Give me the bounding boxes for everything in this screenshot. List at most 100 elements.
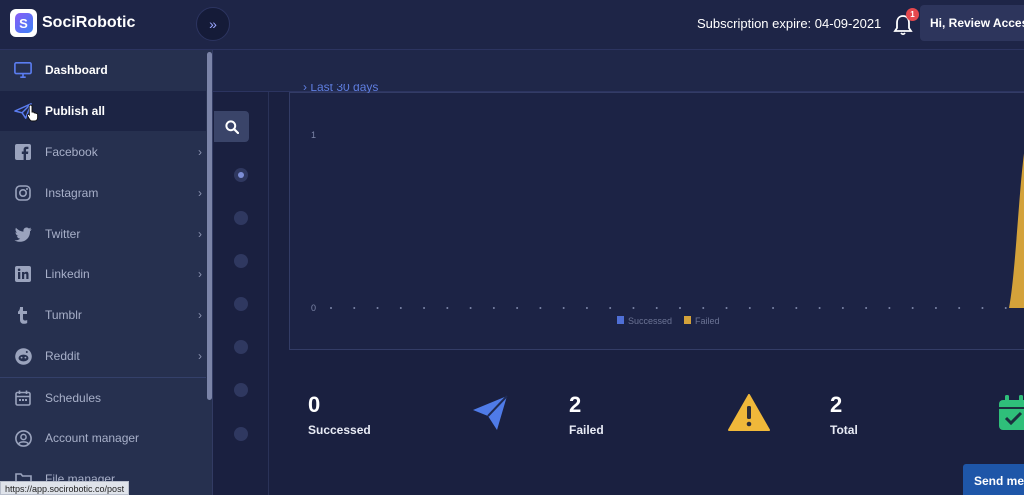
sidebar-item-label: Schedules xyxy=(45,391,102,405)
stat-card-failed: 2 Failed xyxy=(550,370,788,457)
stat-label: Successed xyxy=(308,423,371,437)
sidebar-item-instagram[interactable]: Instagram › xyxy=(0,173,206,213)
sidebar-item-label: Linkedin xyxy=(45,267,90,281)
sidebar-item-schedules[interactable]: Schedules xyxy=(0,378,206,418)
facebook-icon xyxy=(14,143,32,161)
y-tick-label: 1 xyxy=(311,130,316,140)
sidebar-item-facebook[interactable]: Facebook › xyxy=(0,132,206,172)
search-icon xyxy=(224,119,239,134)
step-dot[interactable] xyxy=(234,340,248,354)
calendar-check-icon xyxy=(999,395,1024,430)
sidebar-item-label: Instagram xyxy=(45,186,99,200)
data-point xyxy=(516,307,519,309)
instagram-icon xyxy=(14,184,32,202)
data-point xyxy=(818,307,821,309)
post-status-chart: 1 0 Successed Failed xyxy=(311,130,1024,326)
y-tick-label: 0 xyxy=(311,303,316,313)
subscription-expiry: Subscription expire: 04-09-2021 xyxy=(697,16,882,31)
calendar-icon xyxy=(14,389,32,407)
chevron-right-icon: › xyxy=(198,227,202,241)
data-point xyxy=(841,307,844,309)
sidebar-item-twitter[interactable]: Twitter › xyxy=(0,214,206,254)
stat-value: 2 xyxy=(830,392,843,417)
data-point xyxy=(539,307,542,309)
tumblr-icon xyxy=(14,306,32,324)
sidebar-item-label: Tumblr xyxy=(45,308,82,322)
chevron-right-icon: › xyxy=(198,267,202,281)
chevron-right-icon: › xyxy=(198,186,202,200)
legend-label[interactable]: Successed xyxy=(628,316,672,326)
sidebar-item-label: Publish all xyxy=(45,104,106,118)
data-point xyxy=(748,307,751,309)
brand-logo[interactable]: S SociRobotic xyxy=(10,9,135,37)
data-point xyxy=(679,307,681,309)
series-area-failed xyxy=(331,153,1024,308)
data-point xyxy=(958,307,961,309)
legend-label[interactable]: Failed xyxy=(695,316,720,326)
search-button[interactable] xyxy=(214,111,249,142)
sidebar-item-label: Reddit xyxy=(45,349,80,363)
data-point xyxy=(865,307,868,309)
monitor-icon xyxy=(14,61,32,79)
stat-card-successed: 0 Successed xyxy=(289,370,527,457)
user-menu-button[interactable]: Hi, Review Access xyxy=(920,5,1024,41)
data-point xyxy=(911,307,914,309)
step-dot[interactable] xyxy=(234,254,248,268)
sidebar-scrollbar[interactable] xyxy=(207,52,212,400)
sidebar-item-label: Facebook xyxy=(45,145,98,159)
step-dot[interactable] xyxy=(234,383,248,397)
data-point xyxy=(562,307,565,309)
step-dot[interactable] xyxy=(234,427,248,441)
legend-swatch xyxy=(684,316,691,324)
data-point xyxy=(399,307,402,309)
chevron-right-icon: › xyxy=(198,145,202,159)
hand-cursor-icon xyxy=(27,104,39,122)
data-point xyxy=(795,307,798,309)
warning-icon xyxy=(728,394,770,431)
step-dot[interactable] xyxy=(234,297,248,311)
data-point xyxy=(632,307,635,309)
stat-value: 0 xyxy=(308,392,321,417)
logo-icon: S xyxy=(10,9,37,37)
rail-divider xyxy=(268,92,269,495)
send-message-button[interactable]: Send message xyxy=(963,464,1024,495)
stat-value: 2 xyxy=(569,392,582,417)
data-point xyxy=(981,307,984,309)
data-point xyxy=(655,307,658,309)
data-point xyxy=(888,307,891,309)
sidebar-item-dashboard[interactable]: Dashboard xyxy=(0,50,206,90)
stat-label: Failed xyxy=(569,423,604,437)
chevron-right-icon: › xyxy=(198,349,202,363)
reddit-icon xyxy=(14,347,32,365)
linkedin-icon xyxy=(14,265,32,283)
sidebar-item-tumblr[interactable]: Tumblr › xyxy=(0,295,206,335)
data-point xyxy=(1004,307,1007,309)
sidebar-item-linkedin[interactable]: Linkedin › xyxy=(0,254,206,294)
step-dot[interactable] xyxy=(234,168,248,182)
user-circle-icon xyxy=(14,429,32,447)
sidebar-item-reddit[interactable]: Reddit › xyxy=(0,336,206,376)
chevron-right-icon: › xyxy=(198,308,202,322)
data-point xyxy=(376,307,379,309)
data-point xyxy=(585,307,588,309)
data-point xyxy=(772,307,775,309)
brand-name: SociRobotic xyxy=(42,14,136,31)
sidebar-item-account-manager[interactable]: Account manager xyxy=(0,418,206,458)
legend-swatch xyxy=(617,316,624,324)
data-point xyxy=(702,307,705,309)
twitter-icon xyxy=(14,225,32,243)
paper-plane-icon xyxy=(473,395,508,430)
data-point xyxy=(423,307,426,309)
step-dot[interactable] xyxy=(234,211,248,225)
sidebar-item-label: Account manager xyxy=(45,431,140,445)
status-bar-url: https://app.socirobotic.co/post xyxy=(0,481,130,495)
data-point xyxy=(353,307,356,309)
top-bar: S SociRobotic » Subscription expire: 04-… xyxy=(0,0,1024,50)
sidebar-toggle-button[interactable]: » xyxy=(196,7,230,41)
data-point xyxy=(330,307,332,309)
sidebar-item-label: Dashboard xyxy=(45,63,108,77)
stat-label: Total xyxy=(830,423,858,437)
data-point xyxy=(446,307,449,309)
data-point xyxy=(609,307,612,309)
data-point xyxy=(469,307,472,309)
